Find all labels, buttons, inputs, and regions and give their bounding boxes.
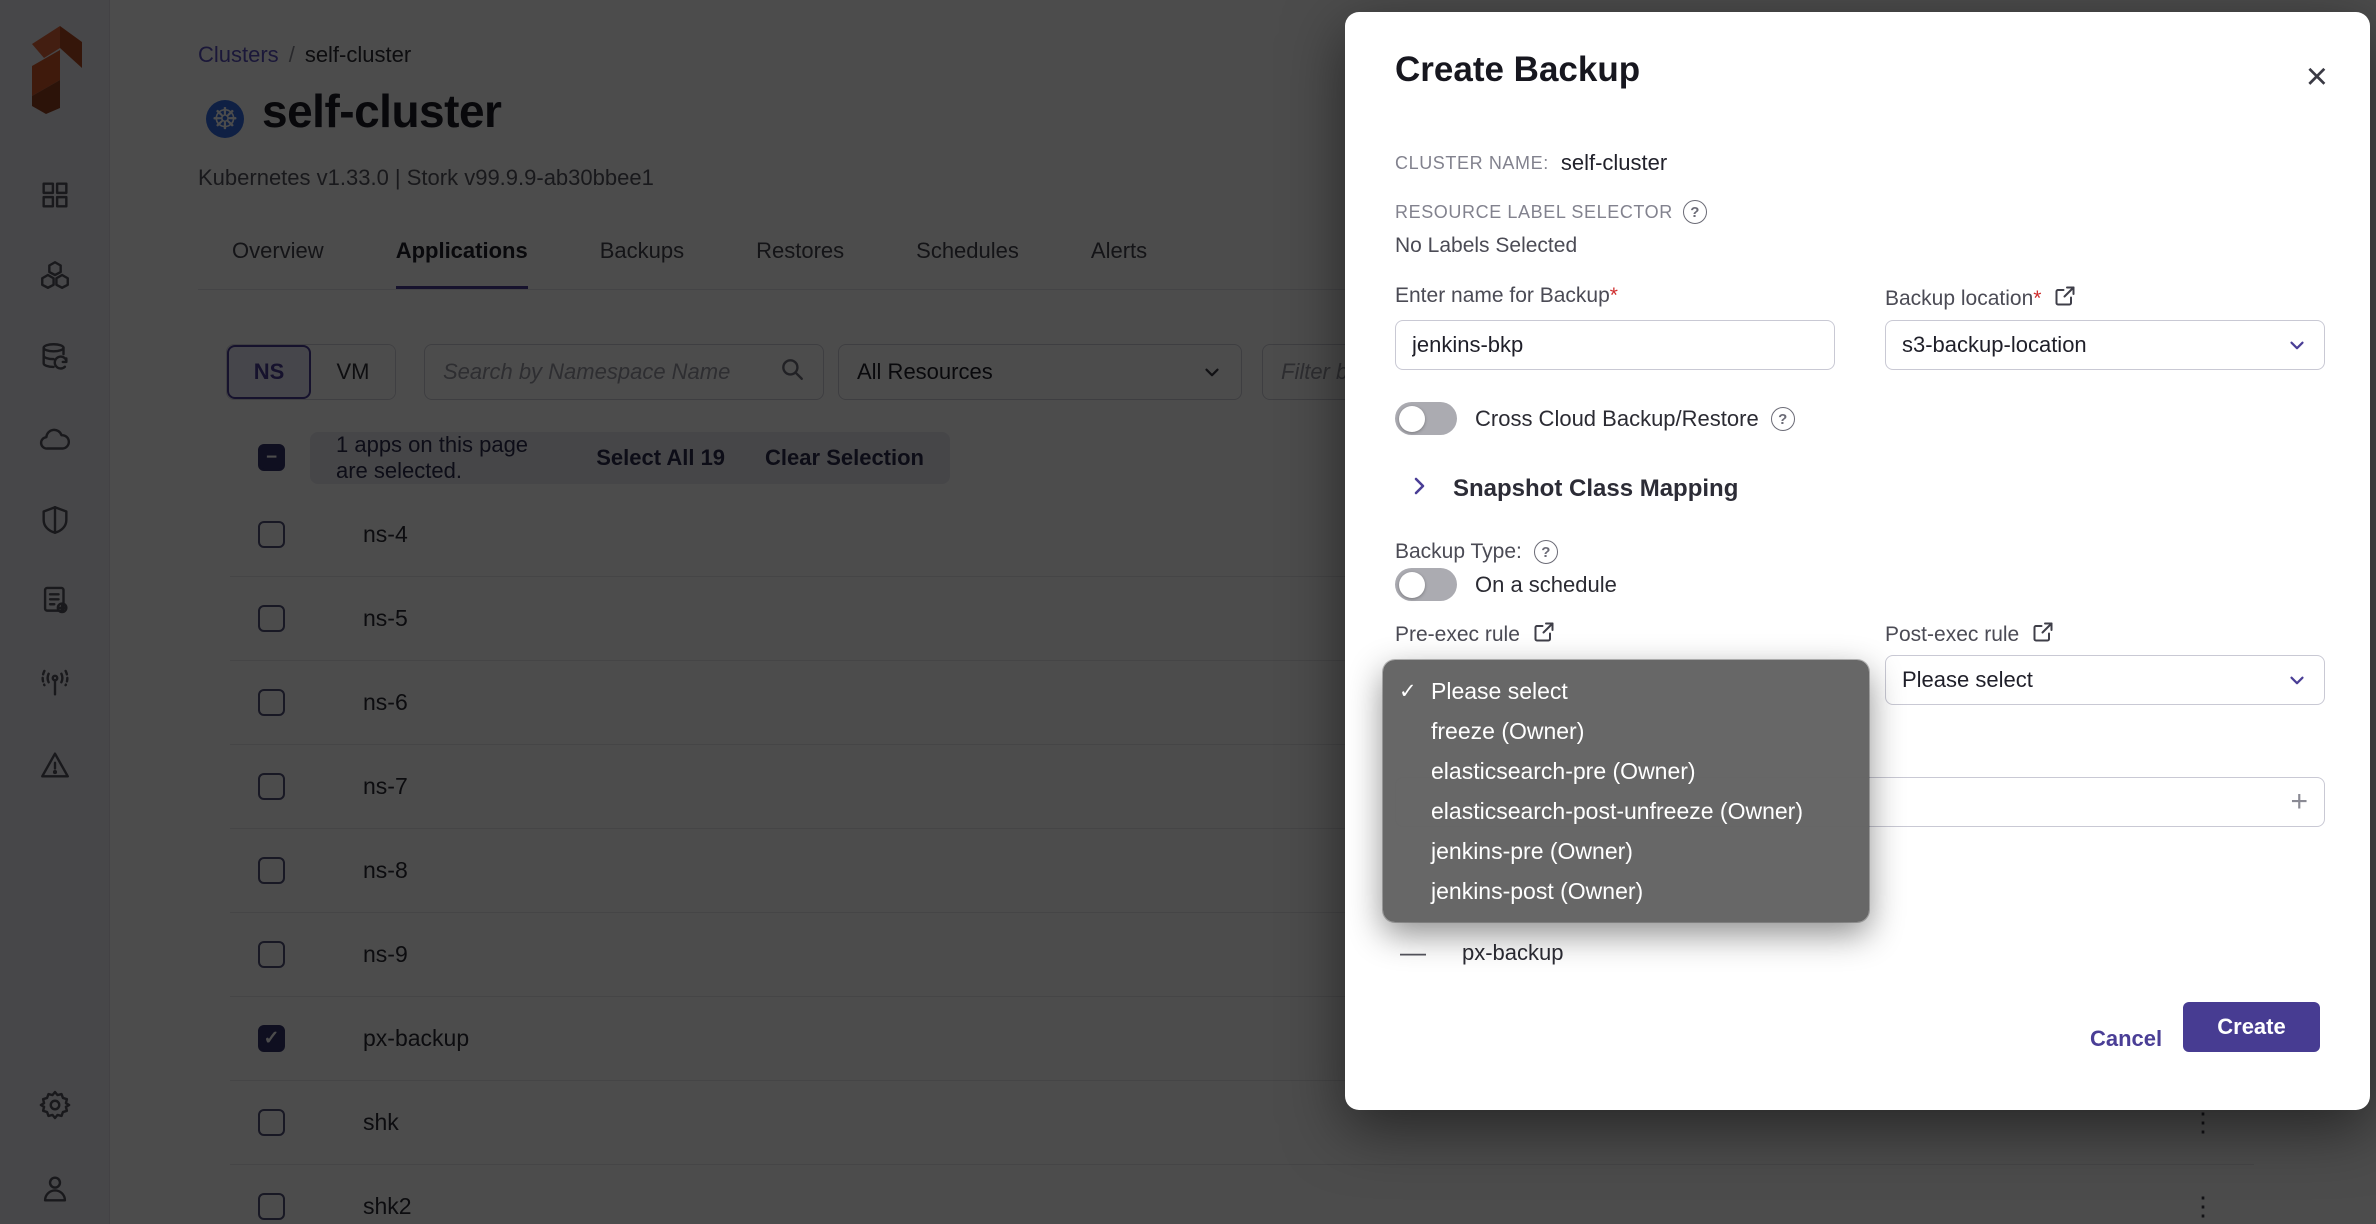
pre-exec-rule-open-menu: ✓ Please select freeze (Owner) elasticse…: [1383, 660, 1869, 922]
check-icon: ✓: [1399, 679, 1425, 704]
selected-app-row: — px-backup: [1400, 937, 1564, 968]
pre-exec-rule-label: Pre-exec rule: [1395, 620, 1556, 650]
schedule-toggle-label: On a schedule: [1475, 572, 1617, 598]
help-icon[interactable]: ?: [1683, 200, 1707, 224]
required-asterisk: *: [1610, 284, 1618, 307]
schedule-toggle[interactable]: [1395, 568, 1457, 601]
external-link-icon[interactable]: [2053, 284, 2077, 314]
resource-label-selector-row: RESOURCE LABEL SELECTOR ?: [1395, 200, 1707, 224]
menu-option[interactable]: jenkins-post (Owner): [1383, 871, 1869, 911]
backup-location-select[interactable]: s3-backup-location: [1885, 320, 2325, 370]
cross-cloud-label: Cross Cloud Backup/Restore ?: [1475, 406, 1795, 432]
page: Clusters/self-cluster ☸ self-cluster Kub…: [0, 0, 2376, 1224]
chevron-down-icon: [2286, 669, 2308, 691]
backup-name-input[interactable]: [1412, 332, 1818, 358]
modal-title: Create Backup: [1395, 50, 1640, 90]
resource-label-selector-label: RESOURCE LABEL SELECTOR: [1395, 202, 1673, 223]
chevron-down-icon: [2286, 334, 2308, 356]
post-exec-rule-value: Please select: [1902, 667, 2033, 693]
menu-option[interactable]: freeze (Owner): [1383, 711, 1869, 751]
cluster-name-row: CLUSTER NAME: self-cluster: [1395, 150, 1667, 176]
help-icon[interactable]: ?: [1534, 540, 1558, 564]
backup-location-label: Backup location*: [1885, 284, 2077, 314]
close-icon[interactable]: ×: [2306, 58, 2328, 96]
menu-option[interactable]: elasticsearch-pre (Owner): [1383, 751, 1869, 791]
create-backup-modal: Create Backup × CLUSTER NAME: self-clust…: [1345, 12, 2370, 1110]
chevron-right-icon: [1407, 474, 1431, 503]
remove-app-icon[interactable]: —: [1400, 937, 1426, 968]
help-icon[interactable]: ?: [1771, 407, 1795, 431]
selected-app-name: px-backup: [1462, 940, 1564, 966]
snapshot-class-mapping-expander[interactable]: Snapshot Class Mapping: [1407, 474, 1738, 503]
menu-option[interactable]: elasticsearch-post-unfreeze (Owner): [1383, 791, 1869, 831]
post-exec-rule-select[interactable]: Please select: [1885, 655, 2325, 705]
snapshot-class-mapping-label: Snapshot Class Mapping: [1453, 475, 1738, 503]
external-link-icon[interactable]: [2031, 620, 2055, 650]
cluster-name-value: self-cluster: [1561, 150, 1667, 176]
post-exec-rule-label: Post-exec rule: [1885, 620, 2055, 650]
cross-cloud-toggle[interactable]: [1395, 402, 1457, 435]
external-link-icon[interactable]: [1532, 620, 1556, 650]
menu-option[interactable]: ✓ Please select: [1383, 671, 1869, 711]
backup-type-label: Backup Type: ?: [1395, 540, 1558, 564]
menu-option[interactable]: jenkins-pre (Owner): [1383, 831, 1869, 871]
required-asterisk: *: [2033, 287, 2041, 310]
create-button[interactable]: Create: [2183, 1002, 2320, 1052]
backup-name-field: [1395, 320, 1835, 370]
add-label-icon[interactable]: +: [2290, 785, 2308, 819]
no-labels-text: No Labels Selected: [1395, 234, 1577, 258]
backup-name-label: Enter name for Backup*: [1395, 284, 1618, 308]
cancel-button[interactable]: Cancel: [2090, 1014, 2162, 1064]
cluster-name-label: CLUSTER NAME:: [1395, 153, 1549, 174]
backup-location-value: s3-backup-location: [1902, 332, 2087, 358]
